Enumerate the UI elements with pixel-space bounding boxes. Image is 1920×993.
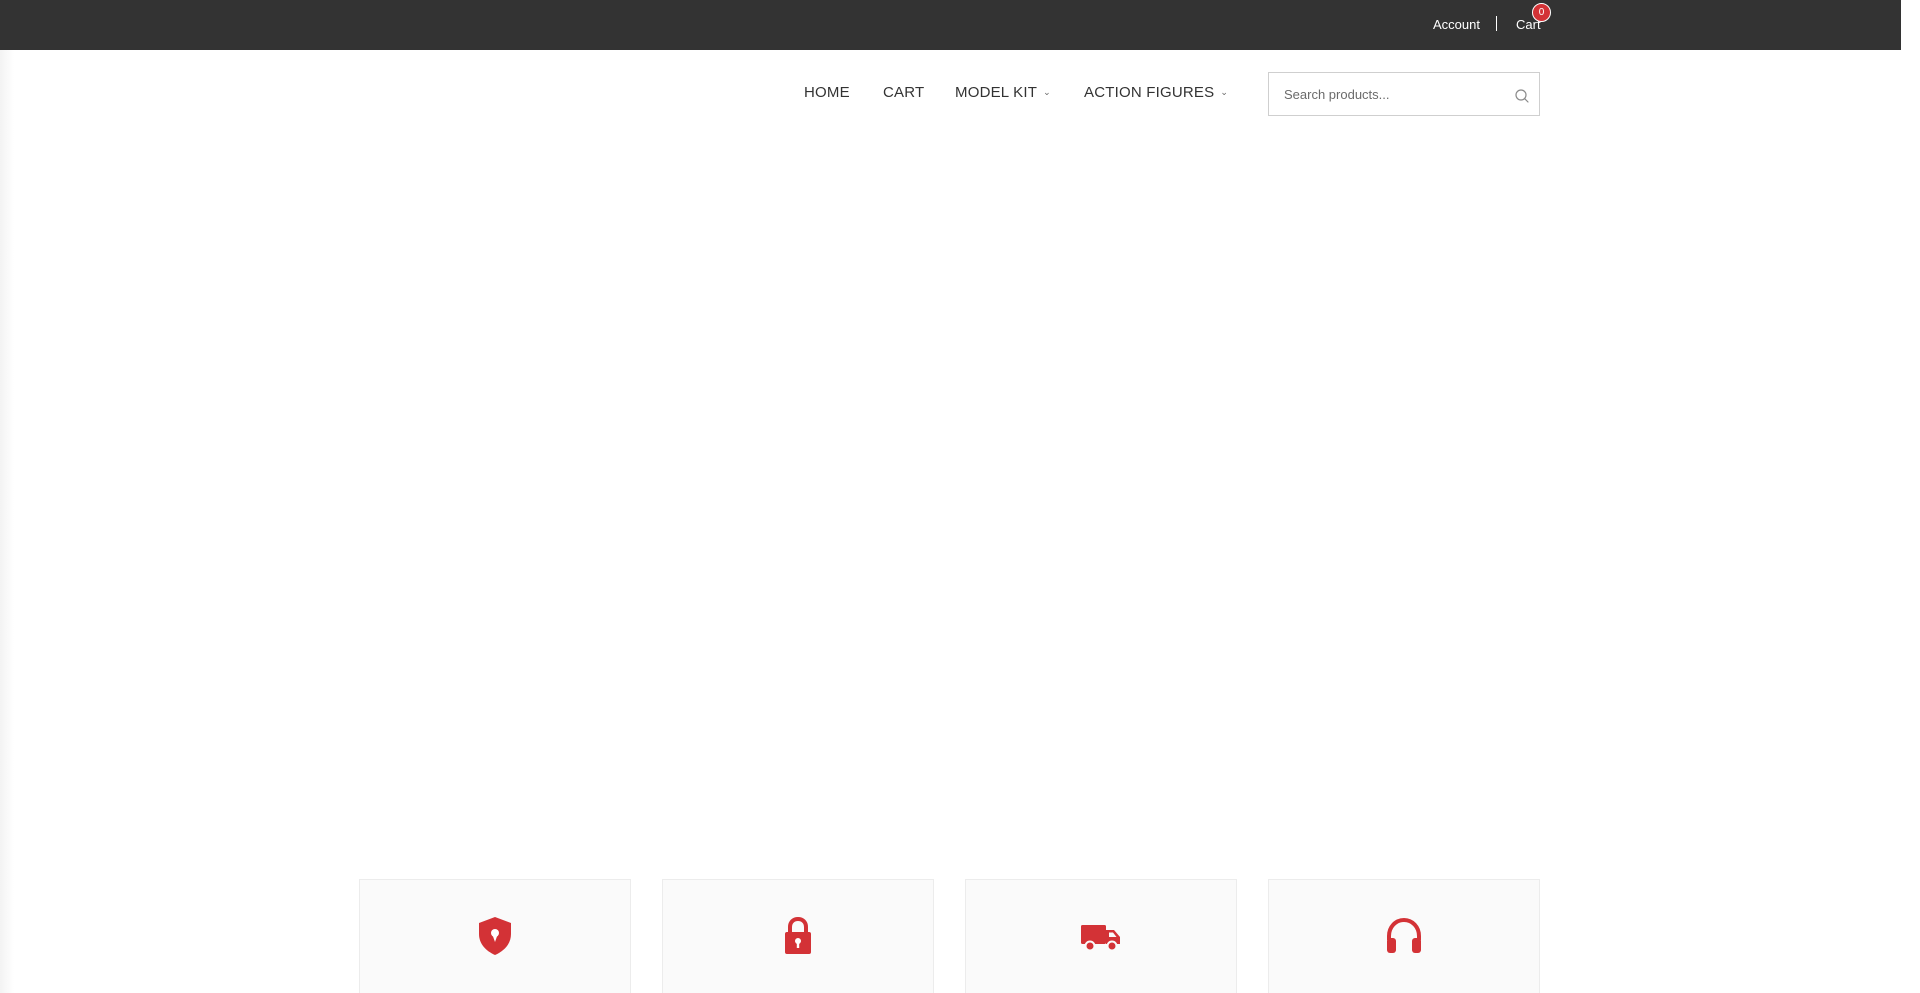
nav-item-model-kit[interactable]: MODEL KIT ⌄: [955, 84, 1051, 101]
chevron-down-icon: ⌄: [1220, 87, 1229, 97]
feature-card-shipping: [965, 879, 1237, 993]
chevron-down-icon: ⌄: [1043, 87, 1051, 97]
lock-icon: [785, 916, 811, 954]
search-input[interactable]: [1269, 73, 1514, 115]
search-icon: [1515, 89, 1529, 103]
search-button[interactable]: [1514, 88, 1530, 104]
account-link[interactable]: Account: [1433, 17, 1480, 32]
search-form: [1268, 72, 1540, 116]
main-nav: HOME CART MODEL KIT ⌄ ACTION FIGURES ⌄: [0, 84, 1901, 106]
shield-icon: [479, 917, 511, 955]
nav-item-home[interactable]: HOME: [804, 84, 850, 101]
nav-item-action-figures[interactable]: ACTION FIGURES ⌄: [1084, 84, 1228, 101]
top-bar: Account Cart 0: [0, 0, 1901, 50]
feature-card-protection: [359, 879, 631, 993]
page: Account Cart 0 HOME CART MODEL KIT ⌄ ACTI…: [0, 0, 1920, 993]
cart-count-badge: 0: [1532, 3, 1551, 22]
nav-item-label: MODEL KIT: [955, 84, 1038, 101]
feature-card-support: [1268, 879, 1540, 993]
feature-card-secure: [662, 879, 934, 993]
headphones-icon: [1387, 917, 1421, 953]
left-edge-shade: [0, 50, 14, 993]
nav-item-label: HOME: [804, 84, 850, 101]
topbar-divider: [1496, 16, 1497, 31]
nav-item-label: ACTION FIGURES: [1084, 84, 1215, 101]
nav-item-cart[interactable]: CART: [883, 84, 924, 101]
viewport: Account Cart 0 HOME CART MODEL KIT ⌄ ACTI…: [0, 0, 1901, 993]
page-scrollbar[interactable]: [1901, 0, 1920, 993]
truck-icon: [1081, 925, 1120, 952]
nav-item-label: CART: [883, 84, 925, 101]
